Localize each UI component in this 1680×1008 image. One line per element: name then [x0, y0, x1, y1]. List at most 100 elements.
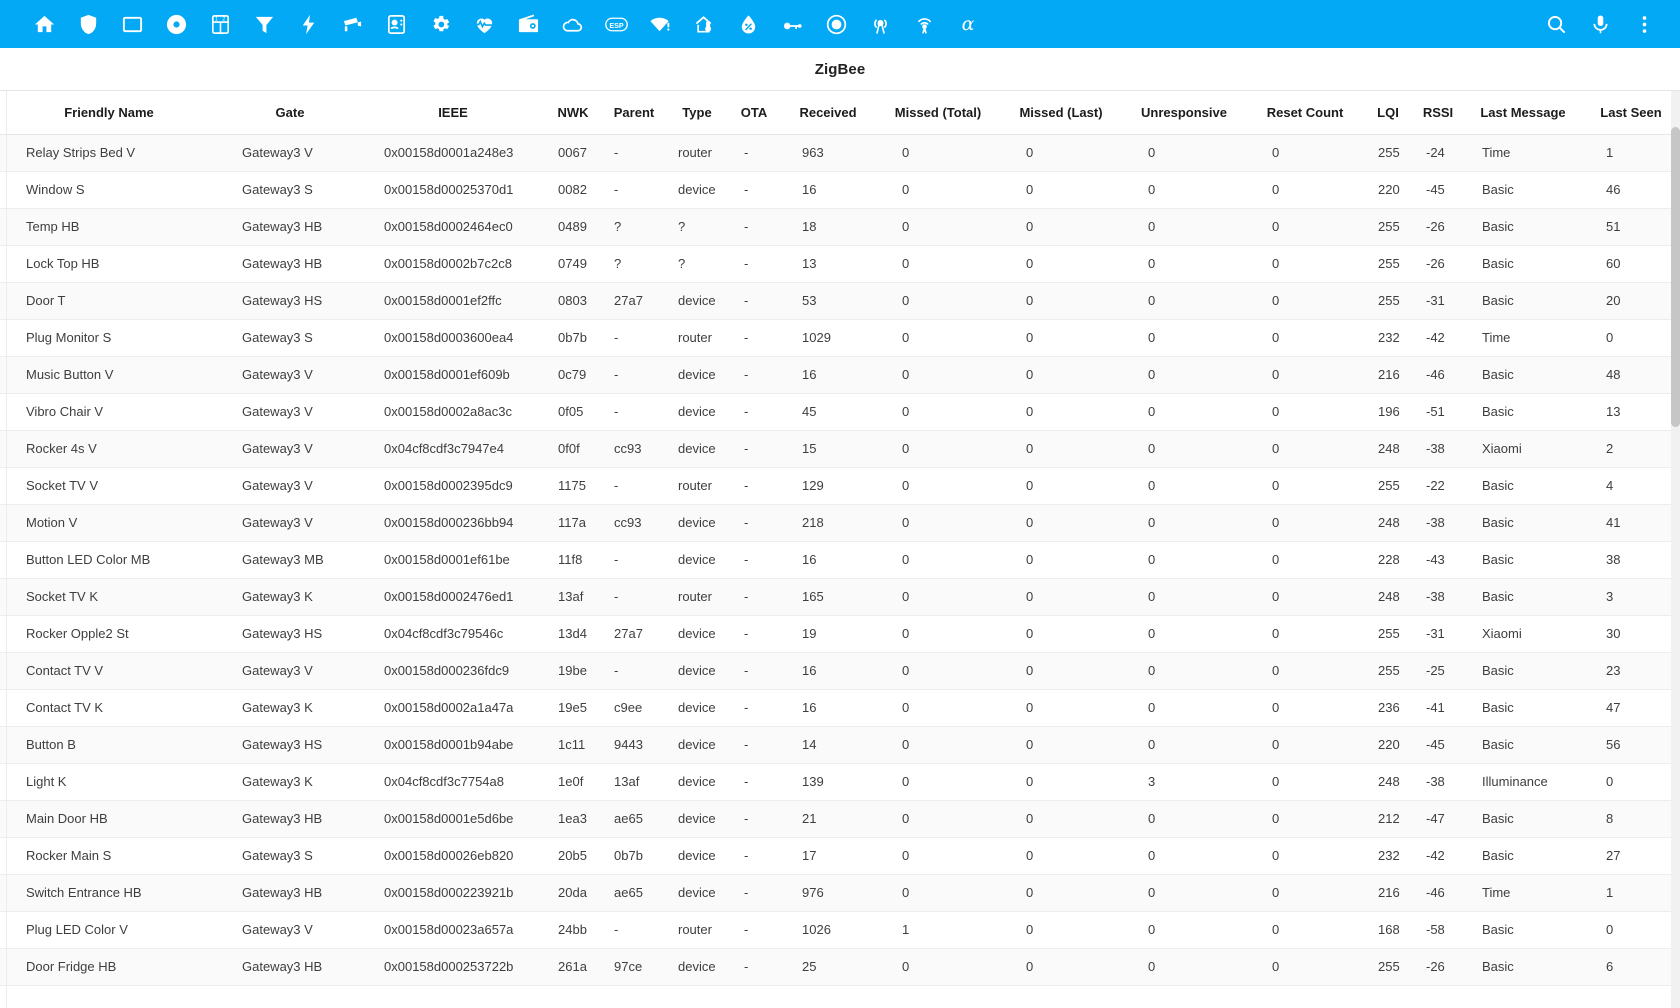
- column-header-nwk[interactable]: NWK: [544, 91, 602, 135]
- column-header-last_message[interactable]: Last Message: [1464, 91, 1582, 135]
- tv-icon[interactable]: [110, 2, 154, 46]
- cell-type: device: [666, 689, 728, 727]
- cell-parent: -: [602, 171, 666, 209]
- cell-unresponsive: 0: [1122, 430, 1246, 468]
- cell-parent: 27a7: [602, 282, 666, 320]
- shield-icon[interactable]: [66, 2, 110, 46]
- cell-received: 21: [780, 800, 876, 838]
- overflow-menu-icon[interactable]: [1622, 2, 1666, 46]
- search-icon[interactable]: [1534, 2, 1578, 46]
- cell-last_seen: 27: [1582, 837, 1680, 875]
- table-row[interactable]: Rocker Opple2 St Gateway3 HS 0x04cf8cdf3c7…: [0, 615, 1680, 653]
- lightning-bolt-icon[interactable]: [286, 2, 330, 46]
- esp-badge-icon[interactable]: ESP: [594, 2, 638, 46]
- scrollbar-thumb[interactable]: [1671, 127, 1680, 427]
- table-row[interactable]: Door Fridge HB Gateway3 HB 0x00158d0002537…: [0, 948, 1680, 986]
- wifi-alert-icon[interactable]: [638, 2, 682, 46]
- cell-last_message: Basic: [1464, 208, 1582, 246]
- cell-lqi: 220: [1364, 726, 1412, 764]
- cell-missed_total: 0: [876, 541, 1000, 579]
- heart-pulse-icon[interactable]: [462, 2, 506, 46]
- antenna-tower-icon[interactable]: [902, 2, 946, 46]
- calculator-icon[interactable]: 12: [198, 2, 242, 46]
- cell-missed_last: 0: [1000, 800, 1122, 838]
- table-body: Relay Strips Bed V Gateway3 V 0x00158d0001…: [0, 134, 1680, 986]
- microphone-icon[interactable]: [1578, 2, 1622, 46]
- cell-rssi: -26: [1412, 948, 1464, 986]
- home-icon[interactable]: [22, 2, 66, 46]
- key-link-icon[interactable]: [770, 2, 814, 46]
- contact-card-icon[interactable]: [374, 2, 418, 46]
- vertical-scrollbar[interactable]: [1671, 91, 1680, 1008]
- cell-missed_last: 0: [1000, 467, 1122, 505]
- radio-icon[interactable]: [506, 2, 550, 46]
- table-row[interactable]: Window S Gateway3 S 0x00158d00025370d1 0082…: [0, 171, 1680, 209]
- table-row[interactable]: Relay Strips Bed V Gateway3 V 0x00158d0001…: [0, 134, 1680, 172]
- cell-ieee: 0x00158d0001e5d6be: [362, 800, 544, 838]
- table-row[interactable]: Motion V Gateway3 V 0x00158d000236bb94 117a…: [0, 504, 1680, 542]
- table-row[interactable]: Lock Top HB Gateway3 HB 0x00158d0002b7c2c8…: [0, 245, 1680, 283]
- funnel-icon[interactable]: [242, 2, 286, 46]
- cell-missed_total: 0: [876, 578, 1000, 616]
- cell-reset_count: 0: [1246, 615, 1364, 653]
- disc-icon[interactable]: [154, 2, 198, 46]
- column-header-type[interactable]: Type: [666, 91, 728, 135]
- cell-unresponsive: 0: [1122, 726, 1246, 764]
- column-header-last_seen[interactable]: Last Seen: [1582, 91, 1680, 135]
- gear-icon[interactable]: [418, 2, 462, 46]
- column-header-missed_last[interactable]: Missed (Last): [1000, 91, 1122, 135]
- table-row[interactable]: Music Button V Gateway3 V 0x00158d0001ef60…: [0, 356, 1680, 394]
- table-row[interactable]: Light K Gateway3 K 0x04cf8cdf3c7754a8 1e0f 1…: [0, 763, 1680, 801]
- cell-parent: -: [602, 652, 666, 690]
- water-percent-icon[interactable]: [726, 2, 770, 46]
- cell-last_message: Basic: [1464, 948, 1582, 986]
- cell-rssi: -38: [1412, 578, 1464, 616]
- table-row[interactable]: Plug Monitor S Gateway3 S 0x00158d0003600e…: [0, 319, 1680, 357]
- column-header-received[interactable]: Received: [780, 91, 876, 135]
- column-header-rssi[interactable]: RSSI: [1412, 91, 1464, 135]
- table-row[interactable]: Door T Gateway3 HS 0x00158d0001ef2ffc 0803 2…: [0, 282, 1680, 320]
- cell-missed_total: 0: [876, 356, 1000, 394]
- broadcast-icon[interactable]: [858, 2, 902, 46]
- column-header-ieee[interactable]: IEEE: [362, 91, 544, 135]
- table-row[interactable]: Socket TV K Gateway3 K 0x00158d0002476ed1 1…: [0, 578, 1680, 616]
- record-circle-icon[interactable]: [814, 2, 858, 46]
- column-header-friendly_name[interactable]: Friendly Name: [0, 91, 218, 135]
- table-row[interactable]: Contact TV K Gateway3 K 0x00158d0002a1a47a…: [0, 689, 1680, 727]
- cell-nwk: 0f05: [544, 393, 602, 431]
- cell-missed_total: 0: [876, 171, 1000, 209]
- table-row[interactable]: Plug LED Color V Gateway3 V 0x00158d00023a…: [0, 911, 1680, 949]
- column-header-unresponsive[interactable]: Unresponsive: [1122, 91, 1246, 135]
- table-row[interactable]: Switch Entrance HB Gateway3 HB 0x00158d000…: [0, 874, 1680, 912]
- cell-nwk: 24bb: [544, 911, 602, 949]
- alpha-icon[interactable]: α: [946, 2, 990, 46]
- column-header-gate[interactable]: Gate: [218, 91, 362, 135]
- cell-type: device: [666, 652, 728, 690]
- cell-ota: -: [728, 356, 780, 394]
- cell-friendly_name: Relay Strips Bed V: [0, 134, 218, 172]
- column-header-reset_count[interactable]: Reset Count: [1246, 91, 1364, 135]
- column-header-missed_total[interactable]: Missed (Total): [876, 91, 1000, 135]
- table-header-row: Friendly Name Gate IEEE NWK Parent Type OTA Rec…: [0, 91, 1680, 135]
- cell-received: 165: [780, 578, 876, 616]
- table-row[interactable]: Vibro Chair V Gateway3 V 0x00158d0002a8ac3…: [0, 393, 1680, 431]
- table-row[interactable]: Rocker Main S Gateway3 S 0x00158d00026eb82…: [0, 837, 1680, 875]
- table-row[interactable]: Contact TV V Gateway3 V 0x00158d000236fdc9…: [0, 652, 1680, 690]
- cell-missed_last: 0: [1000, 282, 1122, 320]
- cell-reset_count: 0: [1246, 541, 1364, 579]
- cell-parent: -: [602, 541, 666, 579]
- column-header-lqi[interactable]: LQI: [1364, 91, 1412, 135]
- table-row[interactable]: Button LED Color MB Gateway3 MB 0x00158d00…: [0, 541, 1680, 579]
- table-row[interactable]: Rocker 4s V Gateway3 V 0x04cf8cdf3c7947e4 0…: [0, 430, 1680, 468]
- cell-rssi: -45: [1412, 171, 1464, 209]
- table-row[interactable]: Button B Gateway3 HS 0x00158d0001b94abe 1c1…: [0, 726, 1680, 764]
- column-header-ota[interactable]: OTA: [728, 91, 780, 135]
- home-thermometer-icon[interactable]: [682, 2, 726, 46]
- table-row[interactable]: Temp HB Gateway3 HB 0x00158d0002464ec0 0489…: [0, 208, 1680, 246]
- column-header-parent[interactable]: Parent: [602, 91, 666, 135]
- table-row[interactable]: Main Door HB Gateway3 HB 0x00158d0001e5d6b…: [0, 800, 1680, 838]
- table-row[interactable]: Socket TV V Gateway3 V 0x00158d0002395dc9 1…: [0, 467, 1680, 505]
- cloud-icon[interactable]: [550, 2, 594, 46]
- cell-type: device: [666, 726, 728, 764]
- cctv-camera-icon[interactable]: [330, 2, 374, 46]
